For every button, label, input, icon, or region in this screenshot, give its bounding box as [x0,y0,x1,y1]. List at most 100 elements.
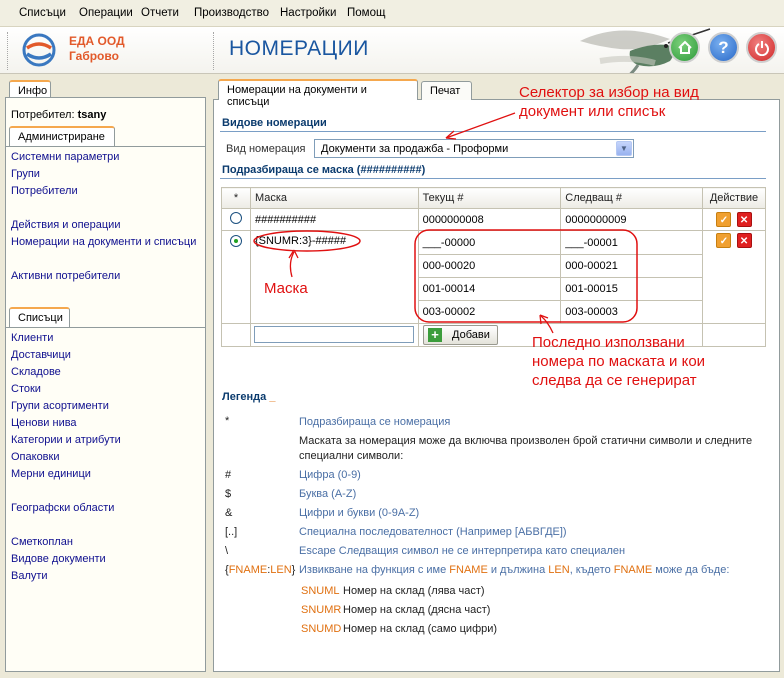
fname-token: FNAME [228,564,268,576]
annotation-text: Селектор за избор на вид [519,84,699,101]
default-radio[interactable] [229,212,242,224]
function-code: SNUML [301,585,340,597]
function-description: Номер на склад (дясна част) [343,604,491,616]
sidebar-item-system-params[interactable]: Системни параметри [11,151,119,163]
col-action: Действие [702,187,766,209]
sidebar-item-active-users[interactable]: Активни потребители [11,270,120,282]
sidebar-item-units[interactable]: Мерни единици [11,468,91,480]
user-name: tsany [77,109,107,121]
annotation-text: Последно използвани [532,334,685,351]
text-part: може да бъде: [652,564,730,576]
logout-button[interactable] [746,32,777,63]
sidebar-item-document-types[interactable]: Видове документи [11,553,106,565]
menu-reports[interactable]: Отчети [141,7,179,19]
table-header-row: * Маска Текущ # Следващ # Действие [221,187,766,209]
legend-title-text: Легенда [222,391,267,403]
fname-token: FNAME [613,564,653,576]
legend-description: Цифра (0-9) [299,469,361,481]
delete-button[interactable]: ✕ [736,233,752,248]
tab-numbering[interactable]: Номерации на документи и списъци [218,79,418,108]
sidebar-item-packages[interactable]: Опаковки [11,451,60,463]
legend-symbol: [..] [225,526,238,538]
function-code: SNUMR [301,604,342,616]
current-cell: 000-00020 [417,254,562,278]
function-description: Номер на склад (само цифри) [343,623,498,635]
add-button-label: Добави [452,329,490,341]
function-description: Номер на склад (лява част) [343,585,485,597]
sidebar-item-users[interactable]: Потребители [11,185,78,197]
text-part: и дължина [487,564,549,576]
tab-lists[interactable]: Списъци [9,307,70,328]
company-info: ЕДА ООД Габрово [69,34,125,64]
numbering-type-select[interactable]: Документи за продажба - Проформи ▼ [314,139,634,158]
home-icon [677,40,692,54]
text-part: , където [569,564,614,576]
tab-print[interactable]: Печат [421,81,472,100]
help-button[interactable]: ? [708,32,739,63]
legend-symbol: * [225,415,230,427]
edit-button[interactable]: ✓ [716,212,732,227]
header-separator [7,32,9,70]
legend-title: Легенда _ [222,391,275,403]
annotation-text: документ или списък [519,103,666,120]
edit-button[interactable]: ✓ [716,233,732,248]
legend-description: Escape Следващия символ не се интерпрети… [299,545,626,557]
sidebar-item-chart-of-accounts[interactable]: Сметкоплан [11,536,73,548]
fname-token: FNAME [449,564,488,576]
help-icon: ? [718,37,729,57]
legend-symbol: & [225,507,233,519]
menu-operations[interactable]: Операции [79,7,133,19]
next-cell: 0000000009 [560,208,703,231]
sidebar-item-clients[interactable]: Клиенти [11,332,53,344]
section-title-default-mask: Подразбираща се маска (##########) [222,164,426,176]
col-default: * [221,187,251,209]
menu-production[interactable]: Производство [194,7,269,19]
annotation-selector: Селектор за избор на вид документ или сп… [519,83,699,121]
sidebar-item-warehouses[interactable]: Складове [11,366,61,378]
menu-lists[interactable]: Списъци [19,7,66,19]
table-row: {SNUMR:3}-##### ___-00000 ___-00001 ✓ ✕ [221,230,766,324]
chevron-down-icon[interactable]: ▼ [616,141,632,156]
col-current: Текущ # [417,187,562,209]
current-cell: 0000000008 [417,208,562,231]
sidebar-item-categories[interactable]: Категории и атрибути [11,434,121,446]
len-token: LEN [270,564,292,576]
delete-button[interactable]: ✕ [736,212,752,227]
section-underline [220,131,766,132]
sidebar-item-goods[interactable]: Стоки [11,383,41,395]
legend-function-symbol: {FNAME:LEN} [225,564,295,576]
annotation-last-used: Последно използвани номера по маската и … [532,333,705,390]
sidebar-item-assortment-groups[interactable]: Групи асортименти [11,400,109,412]
section-title-types: Видове номерации [222,117,327,129]
legend-underscore: _ [269,391,276,403]
sidebar-item-numbering[interactable]: Номерации на документи и списъци [11,236,196,248]
mask-cell: {SNUMR:3}-##### [249,230,419,324]
sidebar-item-suppliers[interactable]: Доставчици [11,349,71,361]
legend-description: Буква (A-Z) [299,488,357,500]
menu-bar: Списъци Операции Отчети Производство Нас… [0,0,784,27]
sidebar-item-geo-areas[interactable]: Географски области [11,502,114,514]
menu-help[interactable]: Помощ [347,7,385,19]
menu-settings[interactable]: Настройки [280,7,336,19]
add-button[interactable]: + Добави [423,325,498,345]
sidebar-item-actions[interactable]: Действия и операции [11,219,120,231]
next-cell: 000-00021 [560,254,703,278]
legend-symbol: $ [225,488,232,500]
len-token: LEN [548,564,570,576]
power-icon [754,40,769,56]
sidebar-item-groups[interactable]: Групи [11,168,40,180]
current-cell: 003-00002 [417,300,562,324]
new-mask-input[interactable] [254,326,414,343]
home-button[interactable] [669,32,700,63]
default-radio[interactable] [229,235,242,247]
legend-description: Цифри и букви (0-9A-Z) [299,507,420,519]
function-code: SNUMD [301,623,342,635]
type-label: Вид номерация [226,143,306,155]
header-separator [213,32,215,70]
tab-administration[interactable]: Администриране [9,126,115,147]
sidebar-item-currencies[interactable]: Валути [11,570,48,582]
section-underline [220,405,766,406]
legend-symbol: \ [225,545,229,557]
annotation-text: следва да се генерират [532,372,697,389]
sidebar-item-price-levels[interactable]: Ценови нива [11,417,77,429]
